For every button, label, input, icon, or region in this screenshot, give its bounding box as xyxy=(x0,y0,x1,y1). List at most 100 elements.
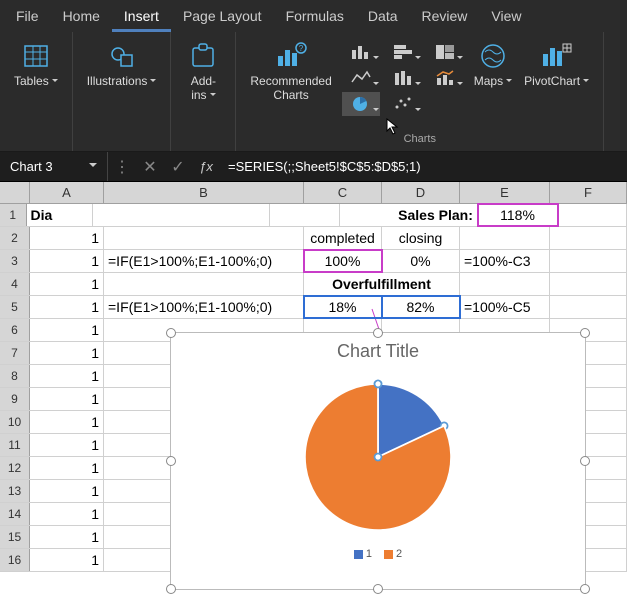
scatter-chart-button[interactable] xyxy=(384,92,422,116)
cell-A16[interactable]: 1 xyxy=(30,549,104,571)
resize-handle-w[interactable] xyxy=(166,456,176,466)
cell-E3[interactable]: =100%-C3 xyxy=(460,250,550,272)
name-box-more[interactable]: ⋮ xyxy=(108,152,136,181)
cell-A14[interactable]: 1 xyxy=(30,503,104,525)
col-E[interactable]: E xyxy=(460,182,550,203)
cell-A2[interactable]: 1 xyxy=(30,227,104,249)
cell-B5[interactable]: =IF(E1>100%;E1-100%;0) xyxy=(104,296,304,318)
cell-D2[interactable]: closing xyxy=(382,227,460,249)
col-A[interactable]: A xyxy=(30,182,104,203)
formula-input[interactable] xyxy=(220,152,627,181)
cell-A9[interactable]: 1 xyxy=(30,388,104,410)
recommended-charts-button[interactable]: ? Recommended Charts xyxy=(244,36,337,106)
maps-button[interactable]: Maps xyxy=(468,36,518,92)
col-D[interactable]: D xyxy=(382,182,460,203)
row-header-2[interactable]: 2 xyxy=(0,227,30,249)
col-C[interactable]: C xyxy=(304,182,382,203)
cell-E4[interactable] xyxy=(460,273,550,295)
row-header-16[interactable]: 16 xyxy=(0,549,30,571)
cell-D3[interactable]: 0% xyxy=(382,250,460,272)
hierarchy-chart-button[interactable] xyxy=(426,40,464,64)
cell-F4[interactable] xyxy=(550,273,627,295)
fx-icon[interactable]: ƒx xyxy=(192,159,220,174)
row-header-13[interactable]: 13 xyxy=(0,480,30,502)
resize-handle-ne[interactable] xyxy=(580,328,590,338)
tables-button[interactable]: Tables xyxy=(8,36,64,92)
resize-handle-e[interactable] xyxy=(580,456,590,466)
embedded-chart[interactable]: Chart Title 1 2 xyxy=(170,332,586,590)
tab-file[interactable]: File xyxy=(4,0,51,32)
cell-A10[interactable]: 1 xyxy=(30,411,104,433)
cell-C4[interactable]: Overfulfillment xyxy=(304,273,460,295)
column-chart-button[interactable] xyxy=(342,40,380,64)
cell-B3[interactable]: =IF(E1>100%;E1-100%;0) xyxy=(104,250,304,272)
cancel-button[interactable]: ✕ xyxy=(136,152,164,181)
resize-handle-n[interactable] xyxy=(373,328,383,338)
row-header-6[interactable]: 6 xyxy=(0,319,30,341)
addins-button[interactable]: Add- ins xyxy=(179,36,227,106)
cell-C3[interactable]: 100% xyxy=(304,250,382,272)
resize-handle-nw[interactable] xyxy=(166,328,176,338)
tab-formulas[interactable]: Formulas xyxy=(274,0,356,32)
row-header-12[interactable]: 12 xyxy=(0,457,30,479)
cell-F5[interactable] xyxy=(550,296,627,318)
cell-D5[interactable]: 82% xyxy=(382,296,460,318)
cell-F2[interactable] xyxy=(550,227,627,249)
cell-B2[interactable] xyxy=(104,227,304,249)
tab-review[interactable]: Review xyxy=(410,0,480,32)
cell-A12[interactable]: 1 xyxy=(30,457,104,479)
tab-page-layout[interactable]: Page Layout xyxy=(171,0,274,32)
cell-C5[interactable]: 18% xyxy=(304,296,382,318)
cell-B4[interactable] xyxy=(104,273,304,295)
tab-home[interactable]: Home xyxy=(51,0,112,32)
row-header-4[interactable]: 4 xyxy=(0,273,30,295)
resize-handle-sw[interactable] xyxy=(166,584,176,594)
row-header-14[interactable]: 14 xyxy=(0,503,30,525)
illustrations-button[interactable]: Illustrations xyxy=(81,36,163,92)
cell-E1[interactable]: 118% xyxy=(478,204,558,226)
cell-A1[interactable]: Dia xyxy=(27,204,93,226)
row-header-3[interactable]: 3 xyxy=(0,250,30,272)
cell-F3[interactable] xyxy=(550,250,627,272)
cell-A3[interactable]: 1 xyxy=(30,250,104,272)
row-header-11[interactable]: 11 xyxy=(0,434,30,456)
tab-view[interactable]: View xyxy=(479,0,533,32)
select-all-corner[interactable] xyxy=(0,182,30,203)
row-header-10[interactable]: 10 xyxy=(0,411,30,433)
cell-A4[interactable]: 1 xyxy=(30,273,104,295)
cell-A7[interactable]: 1 xyxy=(30,342,104,364)
pivotchart-button[interactable]: PivotChart xyxy=(518,36,595,92)
row-header-1[interactable]: 1 xyxy=(0,204,27,226)
row-header-8[interactable]: 8 xyxy=(0,365,30,387)
chart-plot-area[interactable] xyxy=(171,366,585,544)
cell-C1[interactable] xyxy=(270,204,340,226)
resize-handle-se[interactable] xyxy=(580,584,590,594)
row-header-5[interactable]: 5 xyxy=(0,296,30,318)
cell-D1[interactable]: Sales Plan: xyxy=(340,204,478,226)
cell-B1[interactable] xyxy=(93,204,270,226)
line-chart-button[interactable] xyxy=(342,66,380,90)
col-B[interactable]: B xyxy=(104,182,304,203)
row-header-15[interactable]: 15 xyxy=(0,526,30,548)
cell-A8[interactable]: 1 xyxy=(30,365,104,387)
pie-chart-button[interactable] xyxy=(342,92,380,116)
cell-E2[interactable] xyxy=(460,227,550,249)
cell-A15[interactable]: 1 xyxy=(30,526,104,548)
cell-E5[interactable]: =100%-C5 xyxy=(460,296,550,318)
row-header-7[interactable]: 7 xyxy=(0,342,30,364)
bar-chart-button[interactable] xyxy=(384,40,422,64)
cell-A11[interactable]: 1 xyxy=(30,434,104,456)
stat-chart-button[interactable] xyxy=(384,66,422,90)
cell-F1[interactable] xyxy=(558,204,627,226)
resize-handle-s[interactable] xyxy=(373,584,383,594)
enter-button[interactable]: ✓ xyxy=(164,152,192,181)
col-F[interactable]: F xyxy=(550,182,627,203)
cell-A13[interactable]: 1 xyxy=(30,480,104,502)
combo-chart-button[interactable] xyxy=(426,66,464,90)
cell-A5[interactable]: 1 xyxy=(30,296,104,318)
tab-data[interactable]: Data xyxy=(356,0,410,32)
cell-C2[interactable]: completed xyxy=(304,227,382,249)
name-box[interactable]: Chart 3 xyxy=(0,152,108,181)
chart-legend[interactable]: 1 2 xyxy=(171,544,585,564)
row-header-9[interactable]: 9 xyxy=(0,388,30,410)
